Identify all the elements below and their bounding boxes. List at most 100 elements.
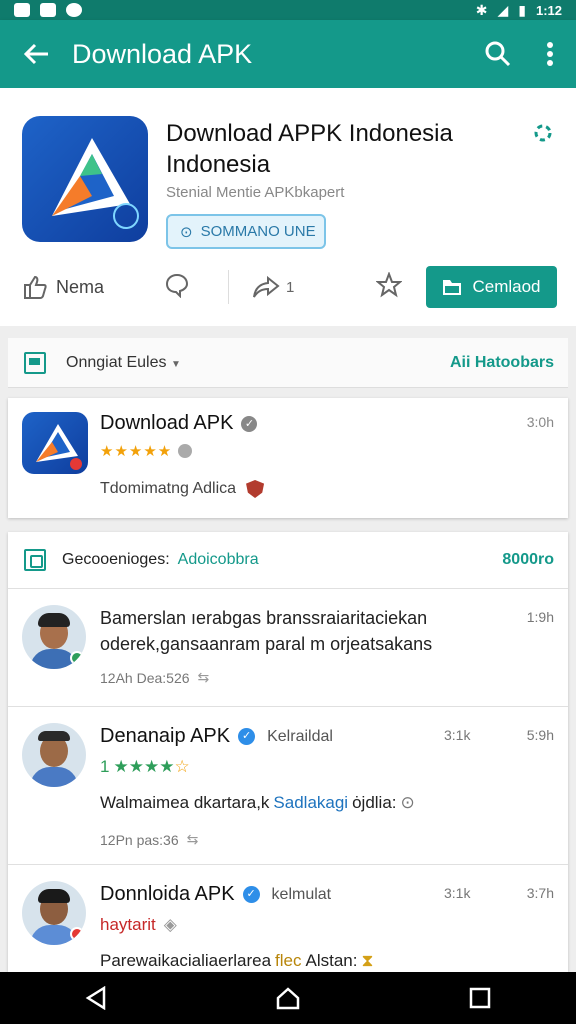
nav-home-button[interactable] xyxy=(258,972,318,1024)
community-label: Gecooenioges: xyxy=(62,551,170,568)
post-tag-row: haytarit ◈ xyxy=(100,915,177,935)
thumb-up-icon xyxy=(24,275,47,299)
post-time: 5:9h xyxy=(526,727,554,743)
post-mention-link[interactable]: Sadlakagi xyxy=(273,793,348,813)
tag-icon: ◈ xyxy=(163,915,177,934)
app-bar-title: Download APK xyxy=(72,38,253,69)
app-icon xyxy=(22,116,148,242)
post-highlight: flec xyxy=(275,951,302,970)
post-footer: 12Ah Dea:526 ⇆ xyxy=(100,669,209,686)
post-footer-text: 12Pn pas:36 xyxy=(100,831,179,848)
comment-icon xyxy=(165,273,189,298)
download-button[interactable]: Cemlaod xyxy=(426,266,557,308)
app-header-card: Download APPK Indonesia Indonesia Stenia… xyxy=(0,88,576,326)
post-body-line: Parewaikacialiaerlarea flec Alstan: ⧗ xyxy=(100,951,373,971)
post-footer-text: 12Ah Dea:526 xyxy=(100,669,190,686)
battery-icon: ▮ xyxy=(518,1,526,18)
rating-stars: ★★★★★ xyxy=(100,443,173,460)
photo-icon xyxy=(40,3,56,17)
more-vert-icon xyxy=(547,42,553,66)
post-meta: 3:1k xyxy=(444,885,471,901)
featured-app-name-row: Download APK ✓ xyxy=(100,412,258,435)
community-header: Gecooenioges: Adoicobbra 8000ro xyxy=(8,532,568,588)
search-button[interactable] xyxy=(472,20,524,88)
post-author-row: Denanaip APK ✓ Kelraildal xyxy=(100,725,333,748)
clock: 1:12 xyxy=(535,2,562,18)
bluetooth-icon: ✱ xyxy=(475,1,488,18)
featured-app-card[interactable]: Download APK ✓ ★★★★★ Tdomimatng Adlica 3… xyxy=(8,398,568,518)
comment-button[interactable] xyxy=(164,272,190,303)
share-button[interactable]: 1 xyxy=(252,274,294,300)
post-item[interactable]: Bamerslan ıerabgas branssraiaritaciekan … xyxy=(8,588,568,706)
clock-icon: ⊙ xyxy=(400,793,415,812)
overflow-menu-button[interactable] xyxy=(524,20,576,88)
community-label-accent[interactable]: Adoicobbra xyxy=(178,551,259,569)
post-text-end: ȯjdlia: xyxy=(352,793,397,812)
post-item[interactable]: Denanaip APK ✓ Kelraildal 3:1k 5:9h 1 ★★… xyxy=(8,706,568,864)
system-nav-bar xyxy=(0,972,576,1024)
back-button[interactable] xyxy=(0,20,72,88)
status-bar: ✱ ◢ ▮ 1:12 xyxy=(0,0,576,20)
like-button[interactable]: Nema xyxy=(22,274,104,300)
community-icon xyxy=(24,549,46,571)
featured-desc-row: Tdomimatng Adlica xyxy=(100,480,265,498)
rating-stars: ★★★★☆ xyxy=(113,757,190,776)
notification-icon xyxy=(14,3,30,17)
post-author-extra: Kelraildal xyxy=(267,727,333,745)
hourglass-icon: ⧗ xyxy=(361,951,374,970)
nav-recents-button[interactable] xyxy=(450,972,510,1024)
featured-time: 3:0h xyxy=(526,414,554,430)
section-icon xyxy=(24,351,46,374)
post-meta: 3:1k xyxy=(444,727,471,743)
post-tag: haytarit xyxy=(100,915,156,934)
post-author: Donnloida APK xyxy=(100,883,235,905)
search-icon xyxy=(485,41,511,67)
info-icon xyxy=(178,444,193,458)
download-label: Cemlaod xyxy=(472,277,541,296)
verified-icon: ✓ xyxy=(241,415,258,432)
post-author-extra: kelmulat xyxy=(271,885,332,903)
featured-desc: Tdomimatng Adlica xyxy=(100,480,237,497)
post-body-line: Walmaimea dkartara,k Sadlakagi ȯjdlia: ⊙ xyxy=(100,793,415,813)
post-text-start: Walmaimea dkartara,k xyxy=(100,793,270,812)
post-text-start: Parewaikacialiaerlarea xyxy=(100,951,272,970)
reply-icon[interactable]: ⇆ xyxy=(198,669,210,686)
shield-icon xyxy=(246,480,265,498)
post-item[interactable]: Donnloida APK ✓ kelmulat 3:1k 3:7h hayta… xyxy=(8,864,568,972)
favorite-button[interactable] xyxy=(375,270,403,303)
featured-app-name: Download APK xyxy=(100,412,234,434)
install-chip[interactable]: ⊙ SOMMANO UNE xyxy=(166,214,326,249)
community-count[interactable]: 8000ro xyxy=(502,551,554,569)
nav-back-button[interactable] xyxy=(66,972,126,1024)
app-name: Download APPK Indonesia Indonesia xyxy=(166,120,453,178)
post-body: Bamerslan ıerabgas branssraiaritaciekan … xyxy=(100,608,433,654)
signal-icon: ◢ xyxy=(497,1,509,18)
app-bar: Download APK xyxy=(0,20,576,88)
see-all-link[interactable]: Aii Hatoobars xyxy=(450,354,554,372)
sync-icon xyxy=(66,3,82,17)
sort-label: Onngiat Eules xyxy=(66,353,167,371)
post-author: Denanaip APK xyxy=(100,725,231,747)
star-outline-icon xyxy=(375,270,403,297)
rating-number: 1 xyxy=(100,757,110,776)
post-text-end: Alstan: xyxy=(305,951,358,970)
folder-icon xyxy=(443,280,462,295)
avatar[interactable] xyxy=(22,723,86,787)
chip-icon: ⊙ xyxy=(180,223,193,241)
post-rating: 1 ★★★★☆ xyxy=(100,757,190,777)
sort-dropdown[interactable]: Onngiat Eules ▼ xyxy=(66,354,181,372)
avatar[interactable] xyxy=(22,605,86,669)
featured-app-icon xyxy=(22,412,88,474)
like-label: Nema xyxy=(56,276,105,297)
home-icon xyxy=(276,987,300,1010)
verified-icon: ✓ xyxy=(242,886,260,903)
play-logo-icon xyxy=(52,138,139,229)
share-icon xyxy=(253,275,280,298)
share-count: 1 xyxy=(286,278,295,296)
reply-icon[interactable]: ⇆ xyxy=(187,831,199,848)
avatar[interactable] xyxy=(22,881,86,945)
network-icon[interactable] xyxy=(532,122,554,149)
post-time: 1:9h xyxy=(526,609,554,625)
developer-name[interactable]: Stenial Mentie APKbkapert xyxy=(166,184,344,201)
section-header: Onngiat Eules ▼ Aii Hatoobars xyxy=(8,338,568,388)
